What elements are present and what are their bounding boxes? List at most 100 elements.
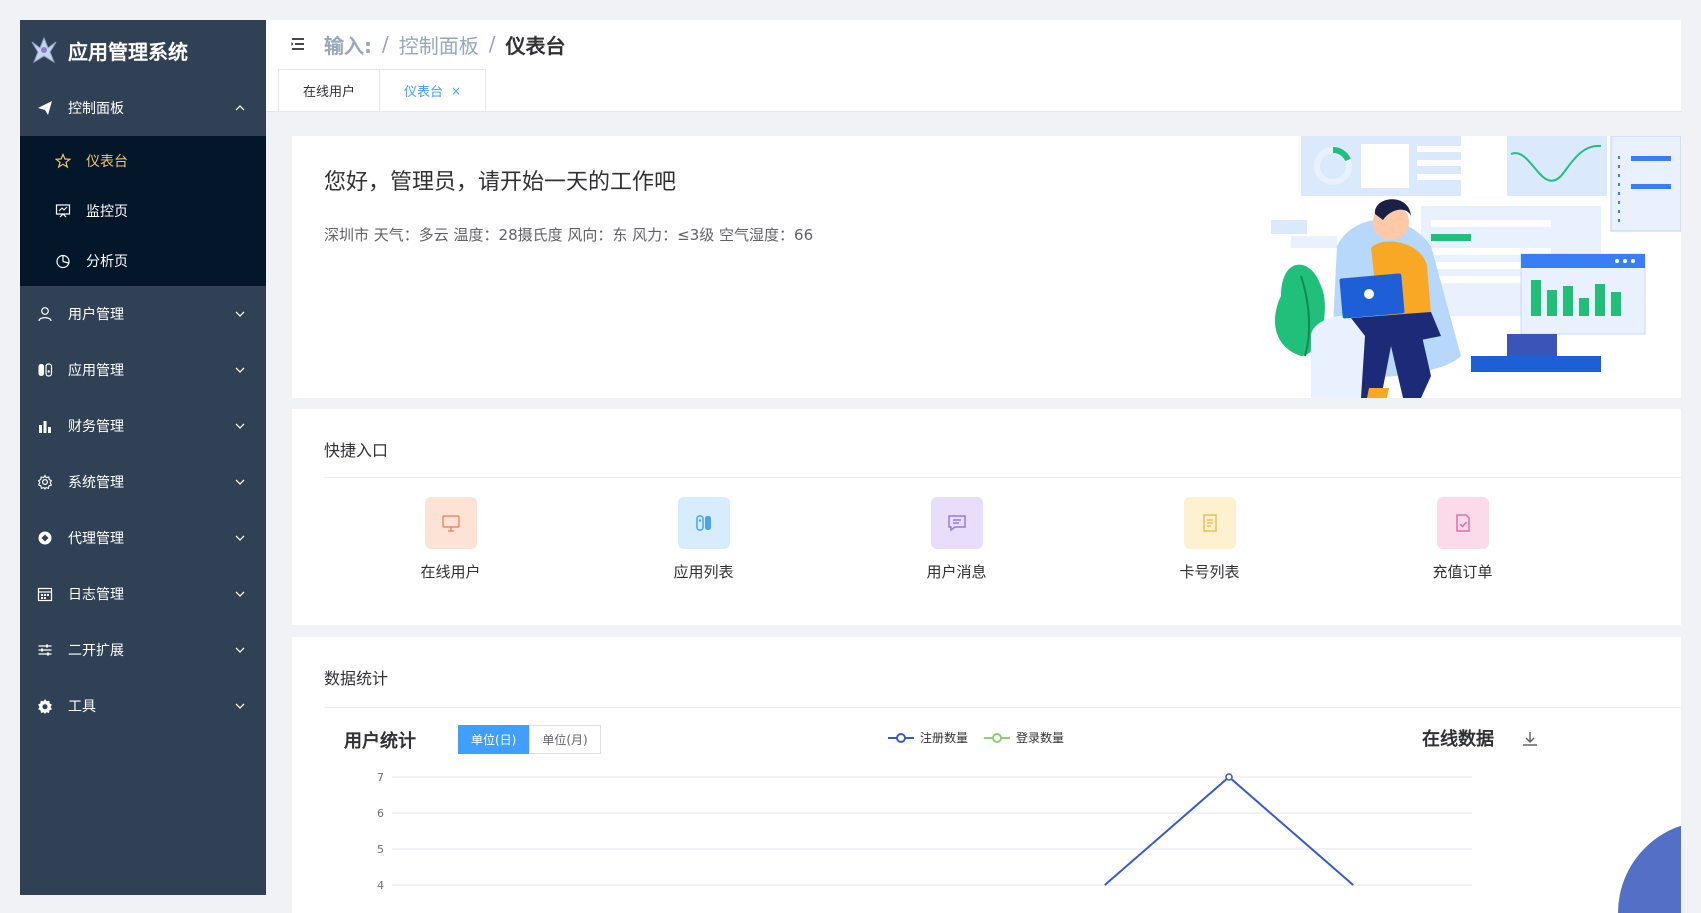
monitor-icon (441, 515, 460, 532)
menu-label: 控制面板 (68, 101, 124, 117)
tabs-bar: 在线用户 仪表台 × (266, 68, 1681, 112)
brand: 应用管理系统 (20, 20, 266, 80)
online-data-title: 在线数据 (1422, 729, 1494, 750)
shortcut-card-list[interactable]: 卡号列表 (1083, 497, 1336, 582)
shortcut-user-messages[interactable]: 用户消息 (830, 497, 1083, 582)
order-icon (1455, 514, 1470, 532)
y-tick-label: 4 (377, 879, 384, 892)
divider (324, 707, 1681, 708)
online-pie-chart (1618, 821, 1681, 913)
welcome-panel: 您好，管理员，请开始一天的工作吧 深圳市 天气：多云 温度：28摄氏度 风向：东… (292, 136, 1681, 398)
chevron-up-icon (235, 105, 245, 111)
pie-slice[interactable] (1618, 821, 1681, 913)
quick-access-title: 快捷入口 (324, 441, 389, 460)
download-icon[interactable] (1520, 729, 1540, 749)
shortcut-icon-box (1436, 497, 1489, 549)
sidebar: 应用管理系统 控制面板 仪表台 监控页 分析页 用户管理 应用管理 财务管理 系… (20, 20, 266, 895)
menu-label: 二开扩展 (68, 643, 124, 659)
workspace-illustration (1271, 136, 1681, 398)
shortcut-label: 应用列表 (673, 563, 734, 581)
unit-month-button[interactable]: 单位(月) (529, 725, 601, 754)
hamburger-icon[interactable] (290, 36, 306, 52)
breadcrumb-current: 仪表台 (505, 33, 566, 58)
star-icon (54, 152, 72, 170)
menu-app-management[interactable]: 应用管理 (20, 342, 266, 398)
quick-access-panel: 快捷入口 在线用户 应用列表 用户消息 卡号列表 充值订单 (292, 409, 1681, 625)
sidebar-item-label: 仪表台 (86, 154, 128, 170)
breadcrumb-separator: / (382, 32, 389, 56)
menu-label: 工具 (68, 699, 96, 715)
statistics-panel: 数据统计 用户统计 单位(日) 单位(月) 注册数量 登录数量 在线数据 7 6 5… (292, 637, 1681, 913)
menu-dashboard-group[interactable]: 控制面板 (20, 80, 266, 136)
menu-log-management[interactable]: 日志管理 (20, 566, 266, 622)
breadcrumb-control-panel[interactable]: 控制面板 (399, 30, 479, 59)
shortcut-label: 在线用户 (420, 563, 481, 581)
shortcut-label: 用户消息 (926, 563, 987, 581)
legend-label: 注册数量 (920, 731, 969, 745)
close-icon[interactable]: × (451, 84, 461, 98)
sidebar-item-label: 监控页 (86, 204, 128, 220)
sidebar-item-dashboard[interactable]: 仪表台 (20, 136, 266, 186)
menu-user-management[interactable]: 用户管理 (20, 286, 266, 342)
series-line-register (1104, 775, 1354, 886)
logo-icon (31, 36, 57, 64)
sidebar-item-monitor[interactable]: 监控页 (20, 186, 266, 236)
gear-icon (36, 473, 54, 491)
tab-label: 在线用户 (303, 85, 356, 100)
shortcut-online-users[interactable]: 在线用户 (324, 497, 577, 582)
legend-marker-login (984, 732, 1011, 743)
chevron-down-icon (235, 703, 245, 709)
breadcrumb-separator: / (488, 32, 496, 56)
chevron-down-icon (235, 311, 245, 317)
shortcut-recharge-orders[interactable]: 充值订单 (1336, 497, 1589, 582)
main-content: 您好，管理员，请开始一天的工作吧 深圳市 天气：多云 温度：28摄氏度 风向：东… (266, 112, 1681, 913)
unit-toggle: 单位(日) 单位(月) (458, 725, 601, 754)
menu-agent-management[interactable]: 代理管理 (20, 510, 266, 566)
y-tick-label: 6 (377, 807, 384, 820)
tab-dashboard[interactable]: 仪表台 × (379, 69, 487, 111)
menu-label: 财务管理 (68, 419, 124, 435)
switch-icon (36, 361, 54, 379)
y-tick-label: 5 (377, 843, 384, 856)
menu-finance-management[interactable]: 财务管理 (20, 398, 266, 454)
switch-icon (695, 515, 711, 531)
menu-label: 系统管理 (68, 475, 124, 491)
tab-label: 仪表台 (404, 85, 444, 100)
tab-online-users[interactable]: 在线用户 (278, 69, 381, 111)
user-stats-header: 用户统计 单位(日) 单位(月) (344, 725, 601, 754)
chevron-down-icon (235, 591, 245, 597)
bar-chart-icon (36, 417, 54, 435)
shortcut-list: 在线用户 应用列表 用户消息 卡号列表 充值订单 (324, 497, 1681, 582)
data-point[interactable] (1225, 773, 1233, 781)
menu-system-management[interactable]: 系统管理 (20, 454, 266, 510)
cog-icon (36, 697, 54, 715)
shortcut-icon-box (1183, 497, 1236, 549)
shortcut-app-list[interactable]: 应用列表 (577, 497, 830, 582)
legend-marker-register (888, 732, 914, 743)
agent-icon (36, 529, 54, 547)
menu-label: 应用管理 (68, 363, 124, 379)
shortcut-icon-box (424, 497, 477, 549)
sidebar-item-analysis[interactable]: 分析页 (20, 236, 266, 286)
legend-label: 登录数量 (1016, 731, 1065, 745)
y-tick-label: 7 (377, 771, 384, 784)
sliders-icon (36, 641, 54, 659)
weather-info: 深圳市 天气：多云 温度：28摄氏度 风向：东 风力：≤3级 空气湿度：66 (324, 226, 814, 244)
chevron-down-icon (235, 535, 245, 541)
menu-extension[interactable]: 二开扩展 (20, 622, 266, 678)
chevron-down-icon (235, 479, 245, 485)
menu-label: 日志管理 (68, 587, 124, 603)
chevron-down-icon (235, 647, 245, 653)
unit-day-button[interactable]: 单位(日) (458, 725, 530, 754)
menu-tools[interactable]: 工具 (20, 678, 266, 734)
shortcut-label: 充值订单 (1432, 563, 1493, 581)
breadcrumb-root[interactable]: 输入: (324, 30, 372, 59)
chevron-down-icon (235, 367, 245, 373)
legend-item-register[interactable]: 注册数量 (888, 729, 968, 746)
user-icon (36, 305, 54, 323)
legend-item-login[interactable]: 登录数量 (984, 729, 1064, 746)
monitor-icon (54, 202, 72, 220)
chevron-down-icon (235, 423, 245, 429)
divider (324, 477, 1681, 478)
shortcut-label: 卡号列表 (1179, 563, 1240, 581)
